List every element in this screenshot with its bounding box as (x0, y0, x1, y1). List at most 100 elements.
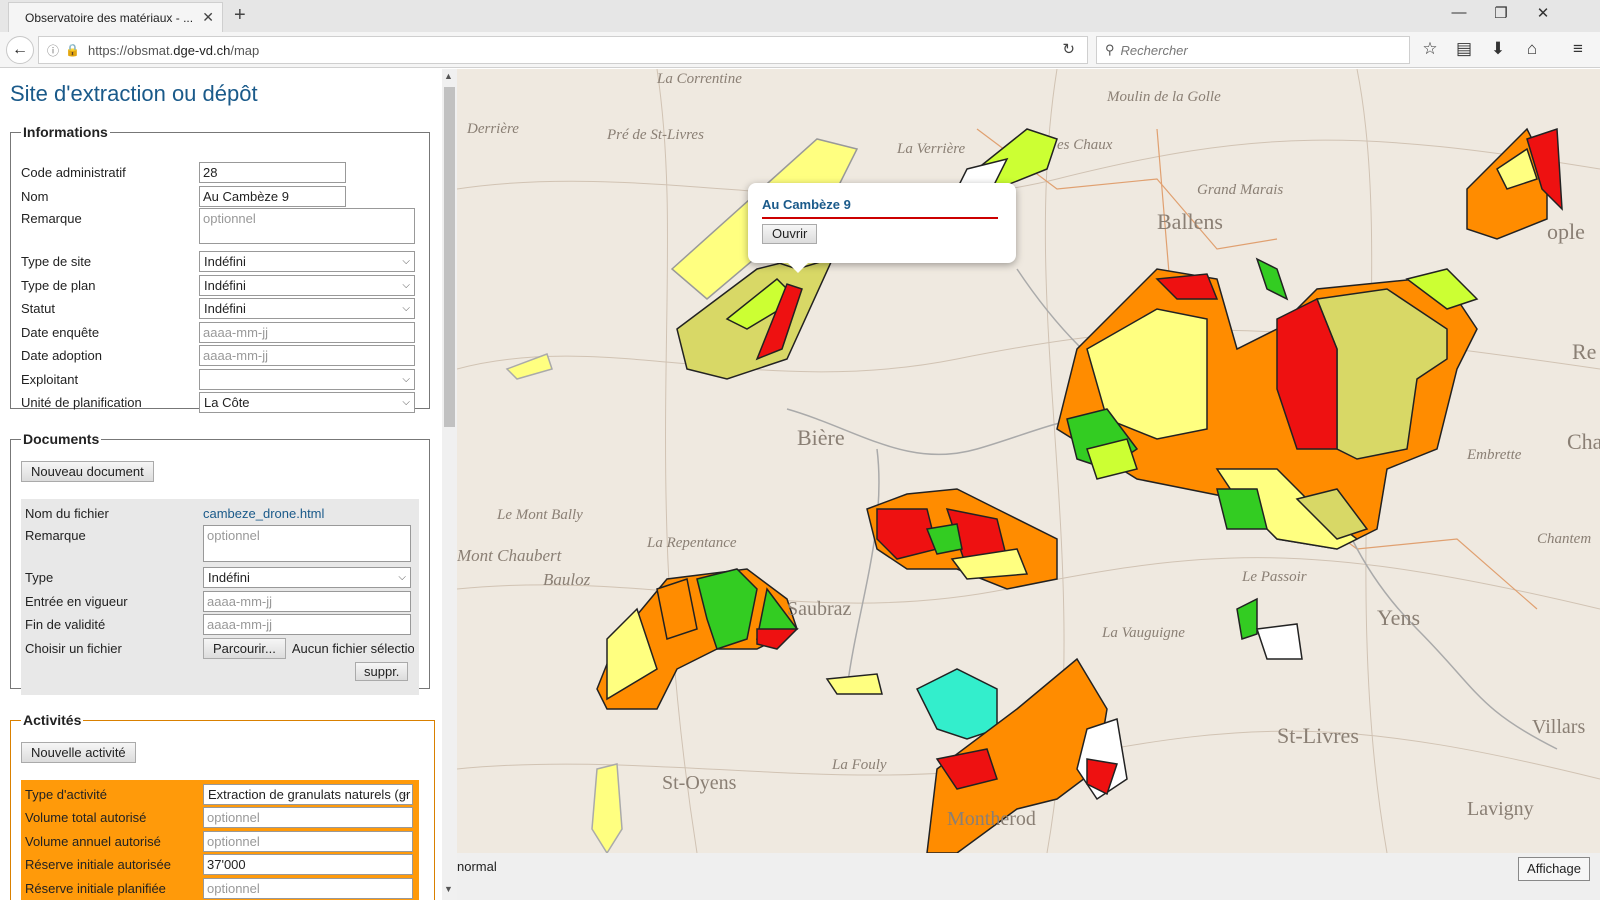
document-item: Nom du fichier cambeze_drone.html Remarq… (21, 499, 419, 695)
restore-icon[interactable]: ❐ (1486, 4, 1516, 22)
close-window-icon[interactable]: ✕ (1528, 4, 1558, 22)
site-polygon[interactable] (1236, 597, 1258, 640)
open-button[interactable]: Ouvrir (762, 224, 818, 244)
place-label: Le Mont Bally (496, 507, 583, 523)
place-label: La Verrière (896, 141, 966, 157)
statut-select[interactable]: Indéfini ⌵ (199, 297, 415, 319)
popup-title: Au Cambèze 9 (762, 197, 851, 212)
type-plan-label: Type de plan (21, 277, 96, 293)
date-adoption-row: Date adoption aaaa-mm-jj (21, 344, 415, 366)
vol-annuel-row: Volume annuel autorisé optionnel (25, 830, 413, 852)
url-host: dge-vd.ch (173, 42, 231, 58)
new-document-button[interactable]: Nouveau document (21, 461, 154, 482)
remarque-row: Remarque optionnel (21, 208, 415, 244)
date-adoption-field[interactable]: aaaa-mm-jj (199, 344, 415, 366)
fichier-label: Nom du fichier (25, 505, 109, 521)
nom-label: Nom (21, 188, 49, 204)
reader-list-icon[interactable]: ▤ (1452, 39, 1476, 59)
new-tab-icon[interactable]: + (234, 4, 246, 27)
site-panel: Site d'extraction ou dépôt Informations … (0, 69, 442, 900)
fichier-link[interactable]: cambeze_drone.html (203, 506, 324, 521)
parcourir-button[interactable]: Parcourir... (203, 637, 286, 659)
nom-field[interactable]: Au Cambèze 9 (199, 185, 346, 207)
nom-row: Nom Au Cambèze 9 (21, 185, 346, 207)
place-label: Grand Marais (1197, 182, 1283, 198)
vol-total-label: Volume total autorisé (25, 809, 147, 825)
reserve-row: Réserve initiale autorisée 37'000 (25, 853, 413, 875)
site-polygon[interactable] (756, 628, 799, 650)
act-type-select[interactable]: Extraction de granulats naturels (gr ⌵ (203, 783, 413, 805)
reserve-plan-label: Réserve initiale planifiée (25, 880, 166, 896)
reload-icon[interactable]: ↻ (1062, 40, 1075, 58)
map-canvas[interactable]: La Correntine Moulin de la Golle Derrièr… (457, 69, 1600, 853)
new-activity-button[interactable]: Nouvelle activité (21, 742, 136, 763)
chevron-down-icon: ⌵ (398, 571, 406, 583)
exploitant-select[interactable]: ⌵ (199, 368, 415, 390)
statut-label: Statut (21, 300, 55, 316)
doc-remarque-label: Remarque (25, 528, 86, 543)
informations-section: Informations Code administratif 28 Nom A… (10, 124, 430, 413)
fin-field[interactable]: aaaa-mm-jj (203, 613, 411, 635)
search-placeholder: Rechercher (1120, 42, 1188, 58)
vol-annuel-field[interactable]: optionnel (203, 830, 413, 852)
affichage-button[interactable]: Affichage (1518, 857, 1590, 881)
browser-tab[interactable]: Observatoire des matériaux - ... ✕ (8, 2, 223, 32)
reserve-field[interactable]: 37'000 (203, 853, 413, 875)
type-site-select[interactable]: Indéfini ⌵ (199, 250, 415, 272)
site-polygon[interactable] (915, 668, 998, 740)
place-label: La Repentance (646, 535, 737, 551)
search-icon: ⚲ (1105, 42, 1115, 57)
unite-value: La Côte (204, 394, 250, 410)
back-button[interactable]: ← (6, 36, 34, 64)
activites-legend: Activités (23, 712, 82, 728)
map-view[interactable]: La Correntine Moulin de la Golle Derrièr… (457, 69, 1600, 853)
site-polygons[interactable] (505, 127, 1563, 853)
act-type-row: Type d'activité Extraction de granulats … (25, 783, 413, 805)
close-tab-icon[interactable]: ✕ (202, 9, 214, 26)
home-icon[interactable]: ⌂ (1520, 39, 1544, 59)
doc-remarque-field[interactable]: optionnel (203, 525, 411, 562)
url-path: /map (230, 42, 260, 58)
place-label: Bauloz (543, 570, 591, 589)
url-bar[interactable]: ⓘ 🔒 https://obsmat. dge-vd.ch/map ↻ (38, 36, 1088, 64)
unite-label: Unité de planification (21, 394, 142, 410)
site-polygon[interactable] (1255, 257, 1289, 301)
bookmark-star-icon[interactable]: ☆ (1418, 39, 1442, 59)
exploitant-row: Exploitant ⌵ (21, 368, 415, 390)
scroll-up-icon[interactable]: ▲ (444, 71, 453, 81)
place-label: Cha (1567, 429, 1600, 454)
site-polygon[interactable] (591, 763, 623, 853)
type-plan-select[interactable]: Indéfini ⌵ (199, 274, 415, 296)
download-icon[interactable]: ⬇ (1486, 39, 1510, 59)
choisir-label: Choisir un fichier (25, 640, 122, 656)
place-label: St-Oyens (662, 772, 737, 794)
doc-remarque-row: Remarque optionnel (25, 525, 411, 563)
scroll-thumb[interactable] (444, 87, 455, 427)
menu-icon[interactable]: ≡ (1566, 39, 1590, 59)
chevron-down-icon: ⌵ (402, 373, 410, 385)
reserve-plan-field[interactable]: optionnel (203, 877, 413, 899)
site-polygon[interactable] (1255, 623, 1303, 660)
code-field[interactable]: 28 (199, 161, 346, 183)
site-polygon[interactable] (825, 673, 883, 695)
vol-total-field[interactable]: optionnel (203, 806, 413, 828)
chevron-down-icon: ⌵ (402, 302, 410, 314)
minimize-icon[interactable]: — (1444, 4, 1474, 21)
date-enquete-field[interactable]: aaaa-mm-jj (199, 321, 415, 343)
unite-row: Unité de planification La Côte ⌵ (21, 391, 415, 413)
unite-select[interactable]: La Côte ⌵ (199, 391, 415, 413)
entree-field[interactable]: aaaa-mm-jj (203, 590, 411, 612)
panel-scrollbar[interactable]: ▲ ▼ (442, 69, 457, 900)
place-label: es Chaux (1057, 137, 1113, 153)
mode-label: normal (457, 859, 497, 874)
place-label: St-Livres (1277, 723, 1359, 748)
scroll-down-icon[interactable]: ▼ (444, 884, 453, 894)
info-icon[interactable]: ⓘ (47, 42, 59, 59)
suppr-button[interactable]: suppr. (355, 662, 409, 681)
type-site-row: Type de site Indéfini ⌵ (21, 250, 415, 272)
doc-type-select[interactable]: Indéfini ⌵ (203, 566, 411, 588)
page-title: Site d'extraction ou dépôt (10, 81, 258, 106)
remarque-field[interactable]: optionnel (199, 208, 415, 244)
search-input[interactable]: ⚲ Rechercher (1096, 36, 1410, 64)
place-label: Lavigny (1467, 798, 1534, 820)
